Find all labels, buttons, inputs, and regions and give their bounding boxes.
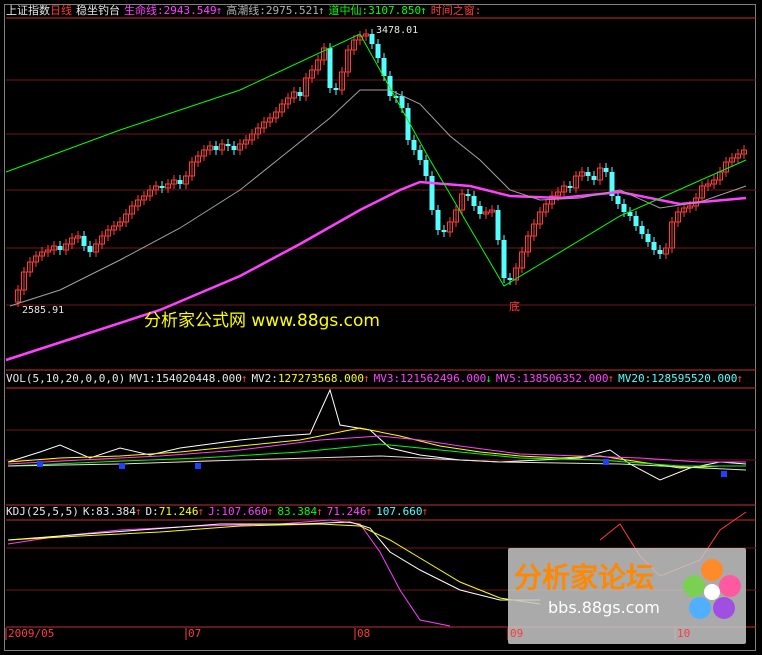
candle-body (375, 44, 381, 58)
candle-body (213, 146, 219, 150)
life-line (5, 180, 747, 362)
kdj-d-line (7, 523, 541, 605)
candle-body (81, 236, 87, 246)
candle-body (429, 176, 435, 210)
up-arrow-icon: ↑ (365, 505, 373, 518)
vol-marker (119, 463, 125, 469)
up-arrow-icon: ↑ (421, 505, 429, 518)
mv1-label: MV1: (129, 372, 156, 385)
candle-body (57, 246, 63, 250)
month-label: 07 (188, 627, 202, 640)
d-value: 71.246 (158, 505, 199, 518)
d-label: D: (145, 505, 159, 518)
candle-body (387, 76, 393, 96)
low-price-label: 2585.91 (22, 305, 65, 316)
mv2-value: 127273568.000 (277, 372, 365, 385)
up-arrow-icon: ↑ (134, 505, 142, 518)
vol-header: VOL(5,10,20,0,0,0) MV1:154020448.000↑ MV2:… (6, 372, 747, 385)
logo-text: 分析家论坛 (514, 561, 655, 594)
mv3-label: MV3: (373, 372, 401, 385)
candle-body (225, 144, 231, 146)
mv1-value: 154020448.000 (155, 372, 242, 385)
up-arrow-icon: ↑ (240, 372, 248, 385)
mv20-label: MV20: (618, 372, 652, 385)
k-label: K: (82, 505, 97, 518)
month-label: 08 (357, 627, 371, 640)
candle-body (501, 240, 507, 278)
candle-body (591, 176, 597, 180)
vol-title[interactable]: VOL(5,10,20,0,0,0) (6, 372, 125, 385)
kdj-k-line (7, 521, 540, 601)
kdj-title[interactable]: KDJ(25,5,5) (6, 505, 79, 518)
j2-value: 107.660 (376, 505, 423, 518)
candle-body (639, 226, 645, 234)
vol-marker (603, 459, 609, 465)
j-label: J: (208, 505, 222, 518)
candle-body (633, 216, 639, 226)
kdj-header: KDJ(25,5,5) K:83.384↑ D:71.246↑ J:107.660↑ 8… (6, 505, 432, 518)
vol-marker (37, 461, 43, 467)
candle-body (417, 150, 423, 160)
candle-body (657, 250, 663, 254)
tide-line (9, 89, 747, 307)
candle-body (297, 92, 303, 96)
vol-marker (721, 471, 727, 477)
candle-body (471, 196, 477, 206)
candle-body (615, 196, 621, 204)
candle-body (423, 160, 429, 176)
j-value: 107.660 (221, 505, 268, 518)
candle-body (495, 210, 501, 240)
logo-url: bbs.88gs.com (548, 598, 660, 617)
up-arrow-icon: ↑ (316, 505, 323, 518)
up-arrow-icon: ↑ (197, 505, 205, 518)
candle-body (585, 172, 591, 176)
bottom-marker: 底 (509, 300, 520, 313)
up-arrow-icon: ↑ (607, 372, 615, 385)
watermark-site: 分析家公式网 www.88gs.com (144, 311, 380, 331)
mv5-label: MV5: (495, 372, 523, 385)
up-arrow-icon: ↑ (736, 372, 743, 385)
candle-body (411, 140, 417, 150)
vol-marker (195, 463, 201, 469)
vol-mv5-line (7, 443, 746, 467)
candle-body (435, 210, 441, 230)
candle-body (507, 278, 513, 280)
k-value: 83.384 (96, 505, 136, 518)
candle-body (477, 206, 483, 214)
high-price-label: 3478.01 (376, 25, 419, 36)
mv20-value: 128595520.000 (651, 372, 738, 385)
up-arrow-icon: ↑ (363, 372, 370, 385)
mv2-label: MV2: (251, 372, 278, 385)
flower-icon (683, 559, 741, 619)
candle-body (645, 234, 651, 242)
candle-body (651, 242, 657, 250)
k2-value: 83.384 (277, 505, 318, 518)
candle-body (231, 146, 237, 150)
mv5-value: 138506352.000 (522, 372, 609, 385)
vol-mv1-line (7, 388, 747, 481)
candle-body (327, 48, 333, 88)
d2-value: 71.246 (326, 505, 367, 518)
candle-body (369, 34, 375, 44)
month-label: 2009/05 (8, 627, 55, 640)
candle-body (603, 168, 609, 172)
month-label: 10 (677, 627, 691, 640)
forum-logo: 分析家论坛 bbs.88gs.com (508, 548, 746, 644)
candle-body (621, 204, 627, 212)
candle-body (465, 194, 471, 196)
candle-body (333, 88, 339, 90)
candle-body (159, 186, 165, 188)
down-arrow-icon: ↓ (485, 372, 492, 385)
up-arrow-icon: ↑ (266, 505, 274, 518)
candle-body (441, 230, 447, 232)
candle-body (177, 180, 183, 184)
candle-body (567, 186, 573, 188)
month-label: 09 (510, 627, 524, 640)
mv3-value: 121562496.000 (400, 372, 487, 385)
candle-body (87, 246, 93, 252)
